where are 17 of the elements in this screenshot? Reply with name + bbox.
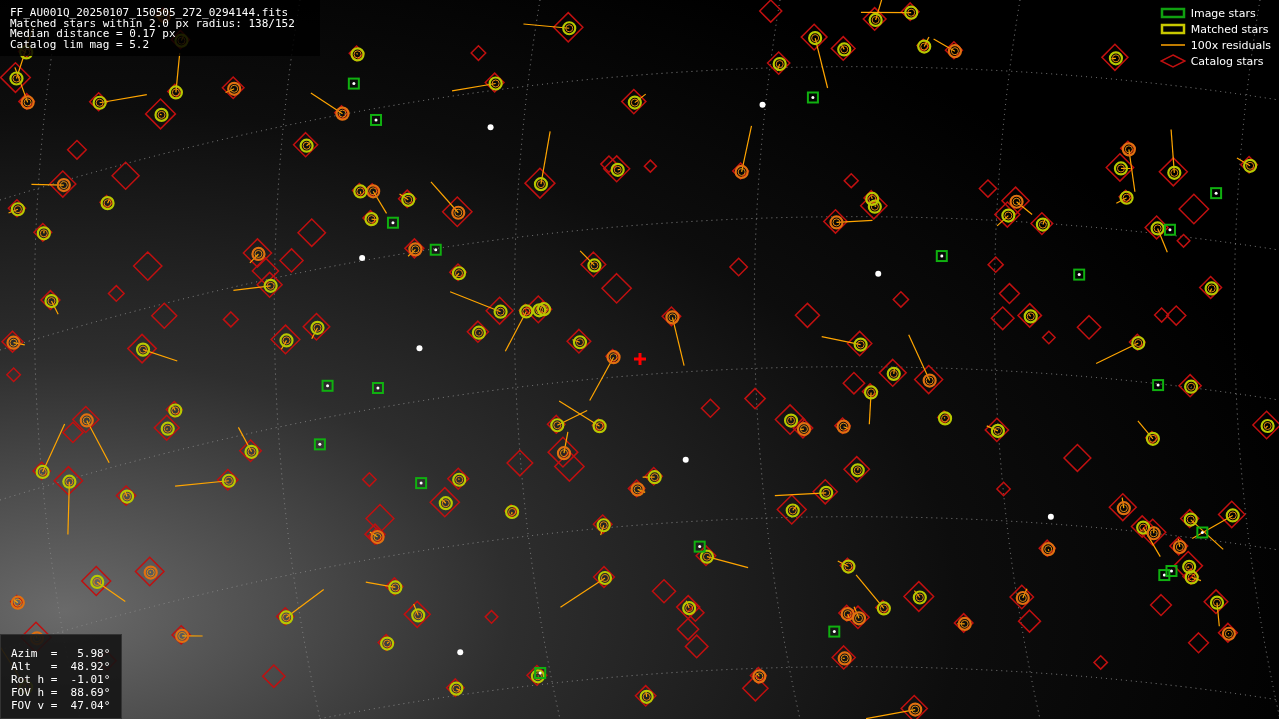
info-text: FF_AU001Q_20250107_150505_272_0294144.fits	[10, 8, 290, 19]
info-text: Median distance = 0.17 px	[10, 29, 176, 40]
rectangle-icon	[1159, 22, 1186, 36]
pointing-text: FOV v = 47.04°	[11, 699, 111, 712]
crosshair-icon	[632, 351, 648, 367]
legend-label: Matched stars	[1190, 22, 1269, 36]
legend-label: Image stars	[1190, 6, 1256, 20]
info-text: Matched stars within 2.0 px radius: 138/152	[10, 18, 296, 29]
pointing-text: Alt = 48.92°	[11, 660, 111, 673]
legend-label: Catalog stars	[1190, 54, 1264, 68]
pointing-text: Azim = 5.98°	[11, 647, 111, 660]
info-text: Catalog lim mag = 5.2	[10, 39, 151, 50]
diamond-icon	[1159, 54, 1186, 68]
pointing-text: FOV h = 88.69°	[11, 686, 111, 699]
rectangle-icon	[1159, 6, 1186, 20]
pointing-text: Rot h = -1.01°	[11, 673, 111, 686]
legend-label: 100x residuals	[1190, 38, 1271, 52]
